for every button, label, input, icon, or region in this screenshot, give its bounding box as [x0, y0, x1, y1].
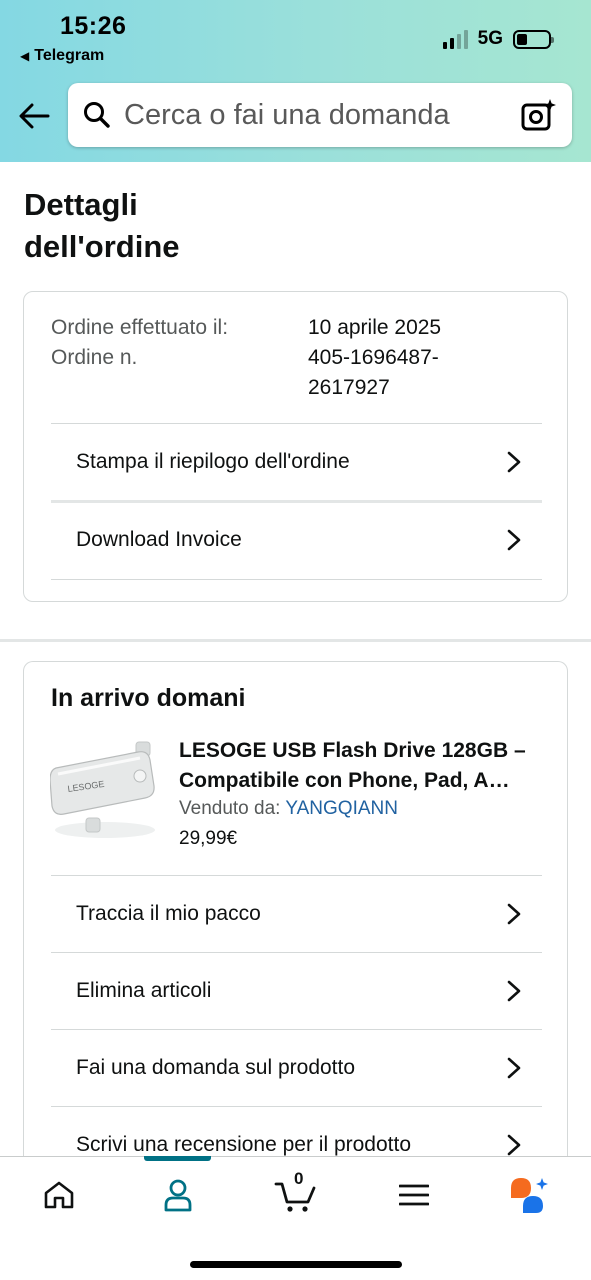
menu-icon[interactable]: [384, 1173, 444, 1217]
search-input[interactable]: Cerca o fai una domanda: [124, 99, 518, 132]
assistant-icon[interactable]: [500, 1173, 560, 1217]
home-icon[interactable]: [29, 1173, 89, 1217]
status-time: 15:26: [60, 12, 127, 40]
remove-items-label: Elimina articoli: [76, 978, 212, 1002]
status-indicators: 5G: [442, 28, 554, 50]
product-title-line1: LESOGE USB Flash Drive 128GB –: [179, 739, 526, 762]
back-arrow-icon[interactable]: [16, 98, 52, 134]
back-app-label: Telegram: [34, 47, 105, 64]
search-icon: [82, 100, 112, 130]
sold-by: Venduto da: YANGQIANN: [179, 798, 398, 820]
write-review-label: Scrivi una recensione per il prodotto: [76, 1132, 412, 1156]
cart-count: 0: [294, 1169, 304, 1188]
product-title-line2: Compatibile con Phone, Pad, A…: [179, 769, 510, 792]
chevron-right-icon: [504, 903, 524, 925]
cart-icon[interactable]: 0: [266, 1169, 326, 1217]
order-date-label: Ordine effettuato il:: [51, 316, 229, 339]
track-package-row[interactable]: Traccia il mio pacco: [51, 875, 542, 952]
ask-question-label: Fai una domanda sul prodotto: [76, 1055, 356, 1079]
network-type: 5G: [477, 28, 503, 49]
print-summary-row[interactable]: Stampa il riepilogo dell'ordine: [51, 423, 542, 500]
remove-items-row[interactable]: Elimina articoli: [51, 952, 542, 1029]
order-summary-card: Ordine effettuato il: 10 aprile 2025 Ord…: [23, 291, 568, 602]
chevron-right-icon: [504, 1057, 524, 1079]
chevron-right-icon: [504, 451, 524, 473]
product-price: 29,99€: [179, 828, 238, 849]
chevron-right-icon: [504, 1134, 524, 1156]
sold-by-label: Venduto da:: [179, 798, 281, 819]
top-header: 15:26 ◀ Telegram 5G Cerca o fai una doma…: [0, 0, 591, 162]
arrival-heading: In arrivo domani: [51, 684, 246, 712]
battery-icon: [513, 29, 554, 49]
print-summary-label: Stampa il riepilogo dell'ordine: [76, 449, 350, 473]
bottom-navigation: 0: [0, 1156, 591, 1280]
order-date-value: 10 aprile 2025: [308, 316, 442, 339]
section-separator: [0, 639, 591, 642]
order-number-value: 405-1696487-2617927: [308, 346, 439, 399]
account-icon[interactable]: [148, 1173, 208, 1217]
download-invoice-row[interactable]: Download Invoice: [51, 501, 542, 578]
back-to-app-link[interactable]: ◀ Telegram: [20, 47, 104, 65]
download-invoice-label: Download Invoice: [76, 527, 242, 551]
back-triangle-icon: ◀: [20, 49, 30, 63]
shipment-card: In arrivo domani LESOGE LESOGE USB Flash…: [23, 661, 568, 1181]
seller-link[interactable]: YANGQIANN: [285, 798, 398, 819]
ask-question-row[interactable]: Fai una domanda sul prodotto: [51, 1029, 542, 1106]
chevron-right-icon: [504, 529, 524, 551]
divider: [51, 579, 542, 580]
home-indicator: [190, 1261, 402, 1268]
product-title[interactable]: LESOGE USB Flash Drive 128GB – Compatibi…: [179, 736, 539, 796]
product-image[interactable]: LESOGE: [49, 738, 156, 842]
page-title: Dettagli dell'ordine: [24, 187, 180, 264]
search-bar[interactable]: Cerca o fai una domanda: [68, 83, 572, 147]
signal-icon: [442, 29, 468, 49]
chevron-right-icon: [504, 980, 524, 1002]
camera-search-icon[interactable]: [518, 95, 558, 135]
track-package-label: Traccia il mio pacco: [76, 901, 261, 925]
order-number-label: Ordine n.: [51, 346, 138, 369]
active-tab-indicator: [144, 1156, 211, 1161]
